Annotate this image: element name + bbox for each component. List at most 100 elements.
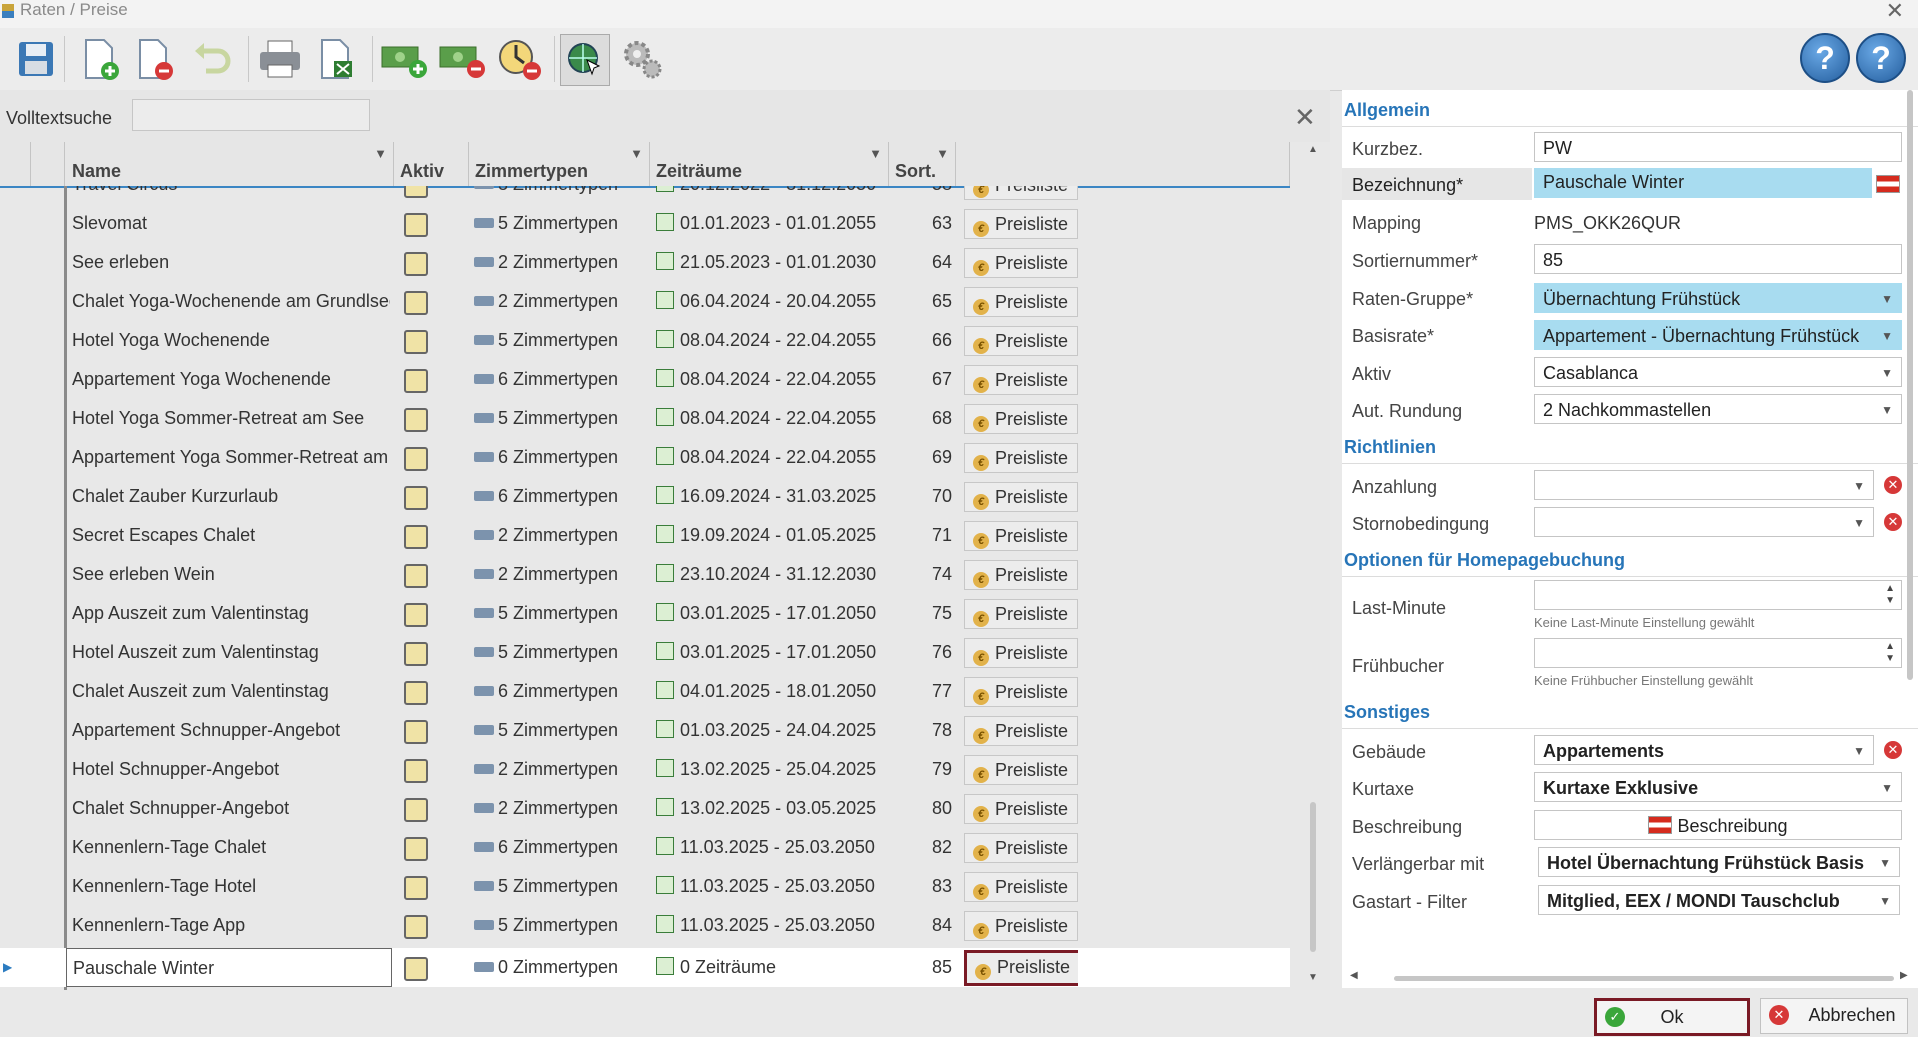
cell-zimmertypen[interactable]: 5 Zimmertypen: [474, 204, 644, 243]
table-row[interactable]: Kennenlern-Tage Chalet 6 Zimmertypen 11.03…: [0, 828, 1290, 867]
preisliste-button[interactable]: €Preisliste: [964, 716, 1078, 746]
filter-icon[interactable]: ▼: [630, 146, 643, 161]
cell-zeitraeume[interactable]: 23.10.2024 - 31.12.2030: [656, 555, 886, 594]
cell-aktiv[interactable]: [398, 828, 458, 867]
column-header-aktiv[interactable]: Aktiv: [394, 142, 469, 186]
scroll-down-icon[interactable]: ▼: [1308, 972, 1318, 983]
cell-name[interactable]: Secret Escapes Chalet: [72, 516, 390, 555]
preisliste-button[interactable]: €Preisliste: [964, 872, 1078, 902]
spinner-icon[interactable]: ▲ ▼: [1885, 583, 1895, 607]
cell-name[interactable]: Chalet Schnupper-Angebot: [72, 789, 390, 828]
preisliste-button[interactable]: €Preisliste: [964, 326, 1078, 356]
gebaeude-select[interactable]: Appartements ▼: [1534, 735, 1874, 765]
table-row[interactable]: See erleben Wein 2 Zimmertypen 23.10.2024 …: [0, 555, 1290, 594]
cell-name[interactable]: Hotel Yoga Sommer-Retreat am See: [72, 399, 390, 438]
basisrate-select[interactable]: Appartement - Übernachtung Frühstück ▼: [1534, 320, 1902, 350]
cell-zimmertypen[interactable]: 5 Zimmertypen: [474, 867, 644, 906]
cell-name[interactable]: Kennenlern-Tage Chalet: [72, 828, 390, 867]
cell-aktiv[interactable]: [398, 633, 458, 672]
preisliste-button[interactable]: €Preisliste: [964, 443, 1078, 473]
bezeichnung-field[interactable]: Pauschale Winter: [1534, 168, 1872, 198]
sortiernummer-field[interactable]: 85: [1534, 244, 1902, 274]
chevron-down-icon[interactable]: ▼: [1881, 284, 1893, 312]
preisliste-button[interactable]: €Preisliste: [964, 911, 1078, 941]
storno-select[interactable]: ▼: [1534, 507, 1874, 537]
cell-zeitraeume[interactable]: 0 Zeiträume: [656, 948, 886, 987]
cell-aktiv[interactable]: [398, 594, 458, 633]
close-window-icon[interactable]: ✕: [1886, 0, 1904, 24]
cell-zimmertypen[interactable]: 6 Zimmertypen: [474, 828, 644, 867]
cell-aktiv[interactable]: [398, 672, 458, 711]
cell-zeitraeume[interactable]: 04.01.2025 - 18.01.2050: [656, 672, 886, 711]
verlaengerbar-select[interactable]: Hotel Übernachtung Frühstück Basis ▼: [1538, 847, 1900, 877]
clear-gebaeude-icon[interactable]: ✕: [1884, 741, 1902, 759]
chevron-down-icon[interactable]: ▼: [1879, 848, 1891, 876]
cell-aktiv[interactable]: [398, 204, 458, 243]
gastart-select[interactable]: Mitglied, EEX / MONDI Tauschclub ▼: [1538, 885, 1900, 915]
cell-zimmertypen[interactable]: 5 Zimmertypen: [474, 711, 644, 750]
ratengruppe-select[interactable]: Übernachtung Frühstück ▼: [1534, 283, 1902, 313]
cell-name[interactable]: Hotel Auszeit zum Valentinstag: [72, 633, 390, 672]
cell-aktiv[interactable]: [398, 477, 458, 516]
table-row[interactable]: Kennenlern-Tage Hotel 5 Zimmertypen 11.03.…: [0, 867, 1290, 906]
cell-zimmertypen[interactable]: 6 Zimmertypen: [474, 672, 644, 711]
cell-aktiv[interactable]: [398, 948, 458, 987]
add-money-icon[interactable]: [380, 34, 428, 84]
cell-zimmertypen[interactable]: 2 Zimmertypen: [474, 789, 644, 828]
cell-zeitraeume[interactable]: 08.04.2024 - 22.04.2055: [656, 399, 886, 438]
table-row[interactable]: ▶ Pauschale Winter 0 Zimmertypen 0 Zeiträum…: [0, 948, 1290, 987]
cell-zeitraeume[interactable]: 13.02.2025 - 03.05.2025: [656, 789, 886, 828]
help-icon[interactable]: ?: [1856, 33, 1906, 83]
new-document-icon[interactable]: [76, 34, 124, 84]
table-row[interactable]: Secret Escapes Chalet 2 Zimmertypen 19.09.…: [0, 516, 1290, 555]
preisliste-button[interactable]: €Preisliste: [964, 209, 1078, 239]
rundung-select[interactable]: 2 Nachkommastellen ▼: [1534, 394, 1902, 424]
table-row[interactable]: Hotel Schnupper-Angebot 2 Zimmertypen 13.0…: [0, 750, 1290, 789]
table-row[interactable]: Hotel Yoga Sommer-Retreat am See 5 Zimmer…: [0, 399, 1290, 438]
filter-icon[interactable]: ▼: [869, 146, 882, 161]
cell-zeitraeume[interactable]: 11.03.2025 - 25.03.2050: [656, 828, 886, 867]
cell-aktiv[interactable]: [398, 243, 458, 282]
table-row[interactable]: Hotel Yoga Wochenende 5 Zimmertypen 08.04.…: [0, 321, 1290, 360]
cell-zimmertypen[interactable]: 6 Zimmertypen: [474, 477, 644, 516]
cell-name[interactable]: Hotel Schnupper-Angebot: [72, 750, 390, 789]
grid-scrollbar[interactable]: ▲ ▼: [1300, 142, 1326, 990]
cell-zimmertypen[interactable]: 2 Zimmertypen: [474, 516, 644, 555]
table-row[interactable]: Chalet Schnupper-Angebot 2 Zimmertypen 13.…: [0, 789, 1290, 828]
preisliste-button[interactable]: €Preisliste: [964, 560, 1078, 590]
scrollbar-thumb[interactable]: [1310, 802, 1316, 952]
save-icon[interactable]: [12, 34, 60, 84]
cell-zeitraeume[interactable]: 01.03.2025 - 24.04.2025: [656, 711, 886, 750]
cell-zeitraeume[interactable]: 11.03.2025 - 25.03.2050: [656, 867, 886, 906]
kurtaxe-select[interactable]: Kurtaxe Exklusive ▼: [1534, 772, 1902, 802]
preisliste-button[interactable]: €Preisliste: [964, 638, 1078, 668]
scroll-up-icon[interactable]: ▲: [1308, 144, 1318, 155]
cell-name[interactable]: See erleben: [72, 243, 390, 282]
help-window-icon[interactable]: ?: [1800, 33, 1850, 83]
cell-aktiv[interactable]: [398, 867, 458, 906]
cell-zeitraeume[interactable]: 08.04.2024 - 22.04.2055: [656, 438, 886, 477]
cell-zeitraeume[interactable]: 01.01.2023 - 01.01.2055: [656, 204, 886, 243]
kurzbez-field[interactable]: PW: [1534, 132, 1902, 162]
table-row[interactable]: Kennenlern-Tage App 5 Zimmertypen 11.03.20…: [0, 906, 1290, 945]
chevron-down-icon[interactable]: ▼: [1881, 395, 1893, 423]
cell-name[interactable]: Appartement Yoga Sommer-Retreat am: [72, 438, 390, 477]
undo-icon[interactable]: [188, 34, 236, 84]
cell-zimmertypen[interactable]: 5 Zimmertypen: [474, 633, 644, 672]
preisliste-button[interactable]: €Preisliste: [964, 365, 1078, 395]
preisliste-button[interactable]: €Preisliste: [964, 404, 1078, 434]
ok-button[interactable]: ✓ Ok: [1594, 998, 1750, 1036]
cell-zimmertypen[interactable]: 6 Zimmertypen: [474, 360, 644, 399]
cell-zeitraeume[interactable]: 20.12.2022 - 31.12.2050: [656, 186, 886, 204]
filter-icon[interactable]: ▼: [374, 146, 387, 161]
cell-name[interactable]: Hotel Yoga Wochenende: [72, 321, 390, 360]
cell-name[interactable]: See erleben Wein: [72, 555, 390, 594]
table-row[interactable]: Appartement Schnupper-Angebot 5 Zimmertyp…: [0, 711, 1290, 750]
cell-zimmertypen[interactable]: 5 Zimmertypen: [474, 399, 644, 438]
beschreibung-button[interactable]: Beschreibung: [1534, 810, 1902, 840]
cell-name[interactable]: Travel Circus: [72, 186, 390, 204]
aktiv-select[interactable]: Casablanca ▼: [1534, 357, 1902, 387]
spinner-icon[interactable]: ▲ ▼: [1885, 641, 1895, 665]
cell-name[interactable]: Slevomat: [72, 204, 390, 243]
cell-aktiv[interactable]: [398, 321, 458, 360]
